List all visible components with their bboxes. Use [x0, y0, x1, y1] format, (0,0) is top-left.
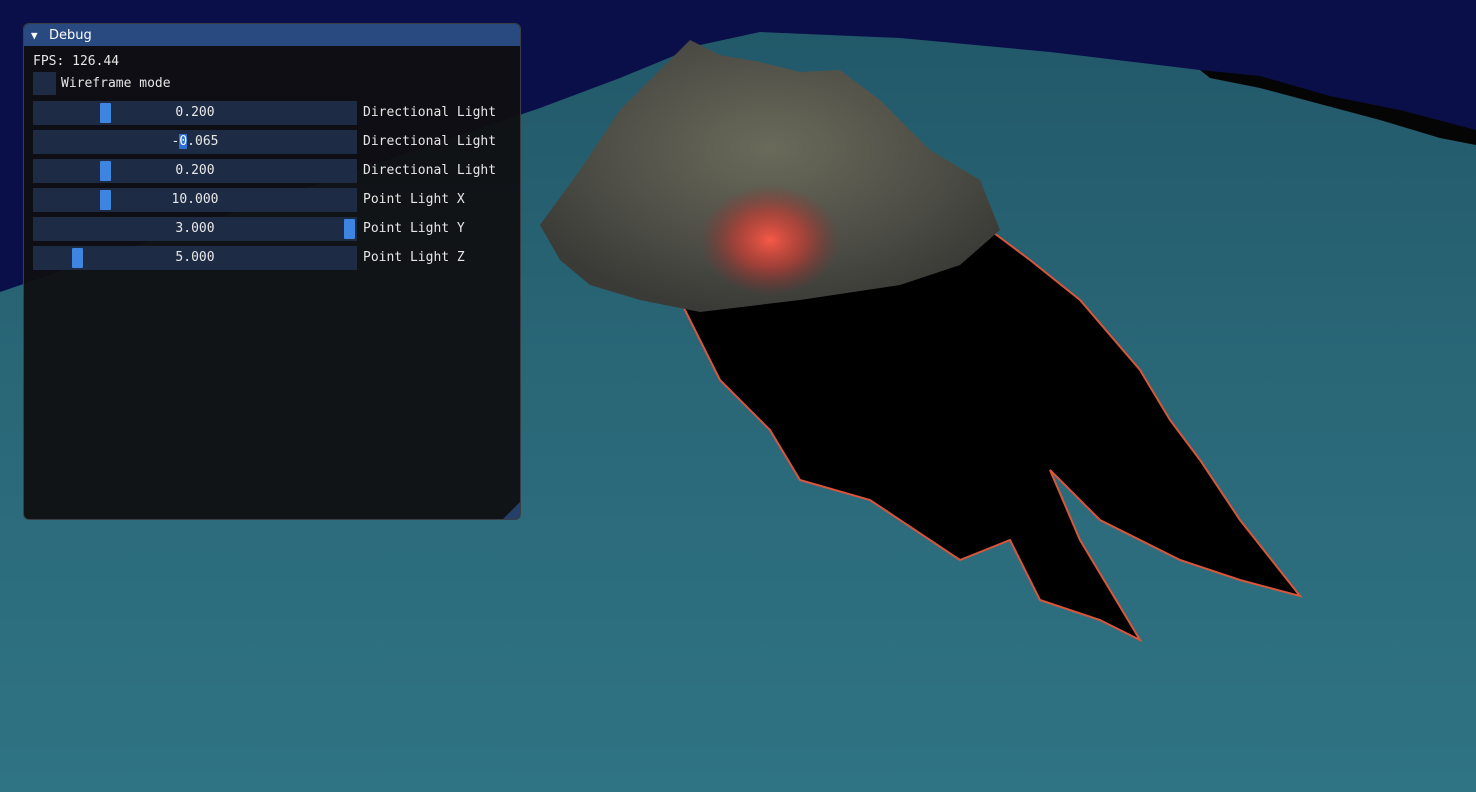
- slider-label: Directional Light: [363, 134, 497, 149]
- point-light-x-slider[interactable]: 10.000: [33, 187, 357, 212]
- slider-label: Directional Light: [363, 163, 497, 178]
- slider-label: Point Light X: [363, 192, 465, 207]
- chevron-down-icon[interactable]: ▼: [31, 29, 43, 42]
- slider-row-directional-light-y: -0.065 Directional Light: [33, 129, 511, 154]
- slider-value: 0.200: [175, 104, 215, 120]
- slider-row-point-light-y: 3.000 Point Light Y: [33, 216, 511, 241]
- point-light-z-slider[interactable]: 5.000: [33, 245, 357, 270]
- resize-grip-icon[interactable]: [503, 502, 520, 519]
- slider-label: Point Light Y: [363, 221, 465, 236]
- slider-row-directional-light-x: 0.200 Directional Light: [33, 100, 511, 125]
- text-selection: 0: [179, 133, 188, 149]
- slider-row-point-light-x: 10.000 Point Light X: [33, 187, 511, 212]
- debug-window-content: FPS: 126.44 Wireframe mode 0.200 Directi…: [24, 46, 520, 270]
- point-light-y-slider[interactable]: 3.000: [33, 216, 357, 241]
- directional-light-z-slider[interactable]: 0.200: [33, 158, 357, 183]
- debug-window[interactable]: ▼ Debug FPS: 126.44 Wireframe mode 0.200…: [23, 23, 521, 520]
- fps-readout: FPS: 126.44: [33, 52, 511, 71]
- point-light-glow: [700, 185, 840, 295]
- slider-value: 5.000: [175, 249, 215, 265]
- slider-label: Point Light Z: [363, 250, 465, 265]
- fps-label: FPS:: [33, 54, 73, 69]
- value-text-after: .065: [187, 133, 219, 149]
- window-title: Debug: [49, 27, 92, 43]
- directional-light-x-slider[interactable]: 0.200: [33, 100, 357, 125]
- slider-row-point-light-z: 5.000 Point Light Z: [33, 245, 511, 270]
- wireframe-mode-row: Wireframe mode: [33, 71, 511, 96]
- directional-light-y-input[interactable]: -0.065: [33, 129, 357, 154]
- fps-value: 126.44: [72, 54, 120, 69]
- slider-row-directional-light-z: 0.200 Directional Light: [33, 158, 511, 183]
- slider-value-editing[interactable]: -0.065: [33, 130, 357, 154]
- debug-window-title-bar[interactable]: ▼ Debug: [24, 24, 520, 46]
- wireframe-mode-label[interactable]: Wireframe mode: [61, 76, 171, 91]
- slider-value: 3.000: [175, 220, 215, 236]
- slider-label: Directional Light: [363, 105, 497, 120]
- slider-value: 0.200: [175, 162, 215, 178]
- wireframe-mode-checkbox[interactable]: [33, 72, 56, 95]
- slider-value: 10.000: [171, 191, 219, 207]
